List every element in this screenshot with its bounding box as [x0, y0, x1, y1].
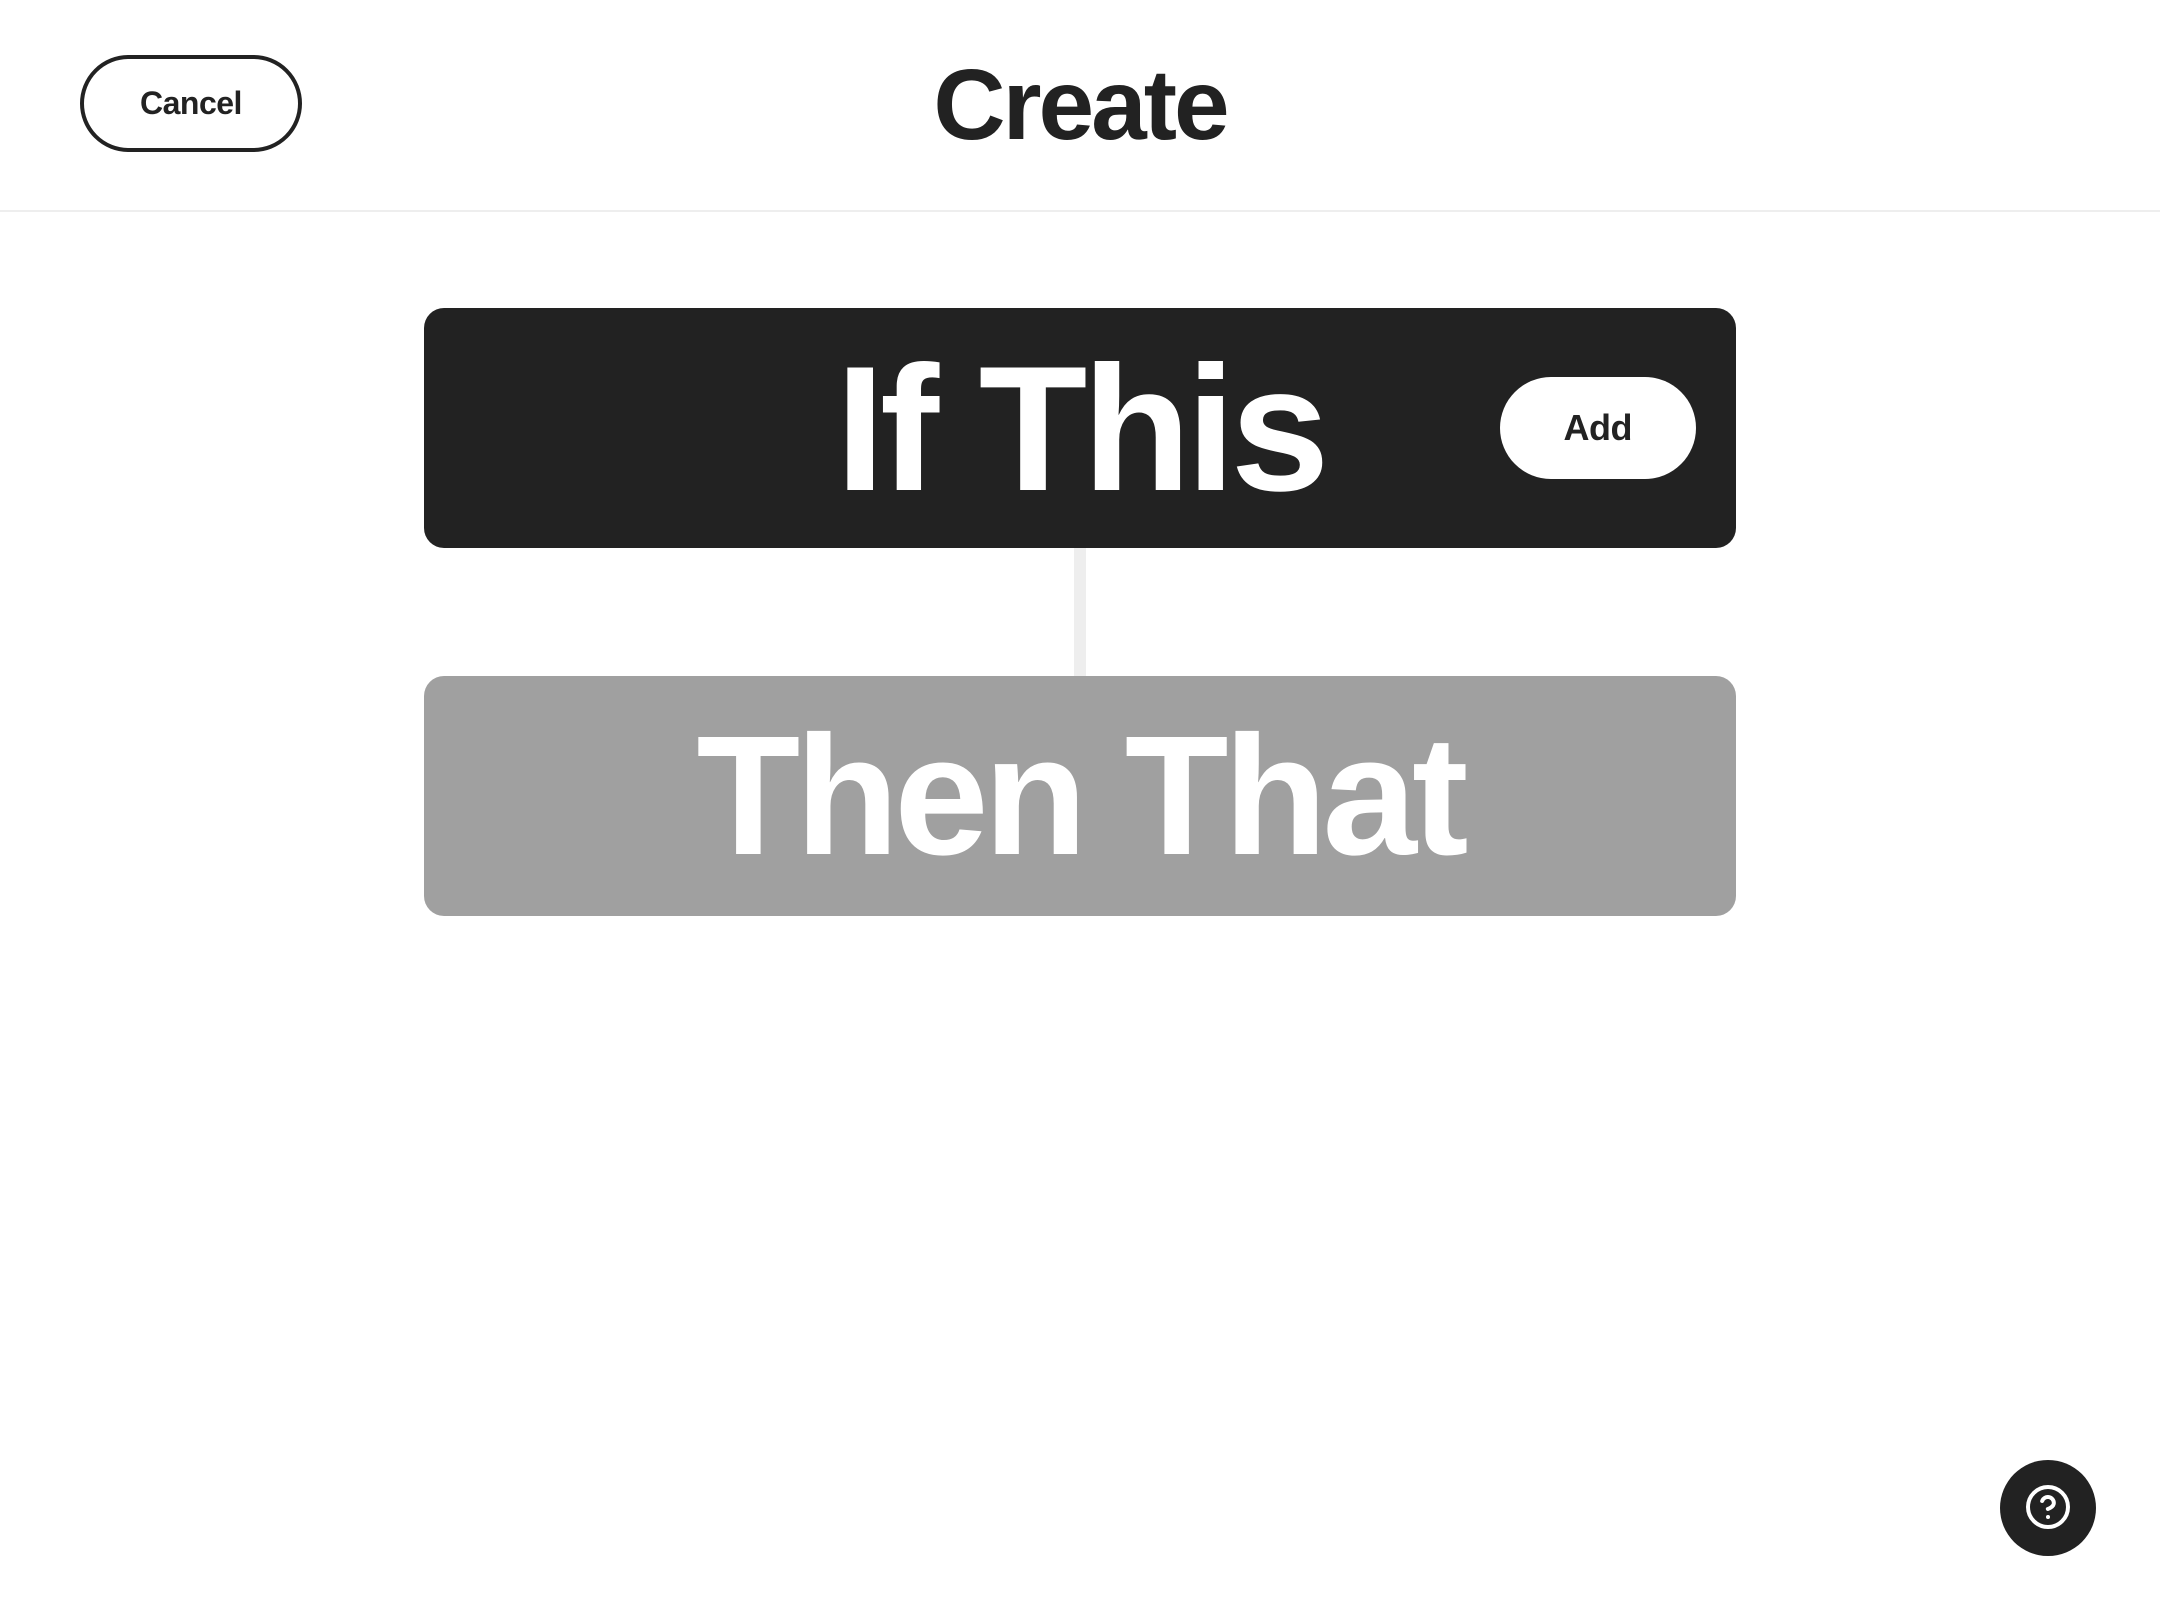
- trigger-block[interactable]: If This Add: [424, 308, 1736, 548]
- page-header: Cancel Create: [0, 0, 2160, 212]
- add-trigger-button[interactable]: Add: [1500, 377, 1696, 479]
- help-icon: [2024, 1483, 2072, 1534]
- action-block: Then That: [424, 676, 1736, 916]
- applet-builder: If This Add Then That: [0, 212, 2160, 916]
- cancel-button[interactable]: Cancel: [80, 55, 302, 152]
- connector-line: [1074, 548, 1086, 676]
- page-title: Create: [933, 48, 1226, 163]
- trigger-label: If This: [835, 326, 1324, 531]
- help-button[interactable]: [2000, 1460, 2096, 1556]
- action-label: Then That: [696, 698, 1463, 894]
